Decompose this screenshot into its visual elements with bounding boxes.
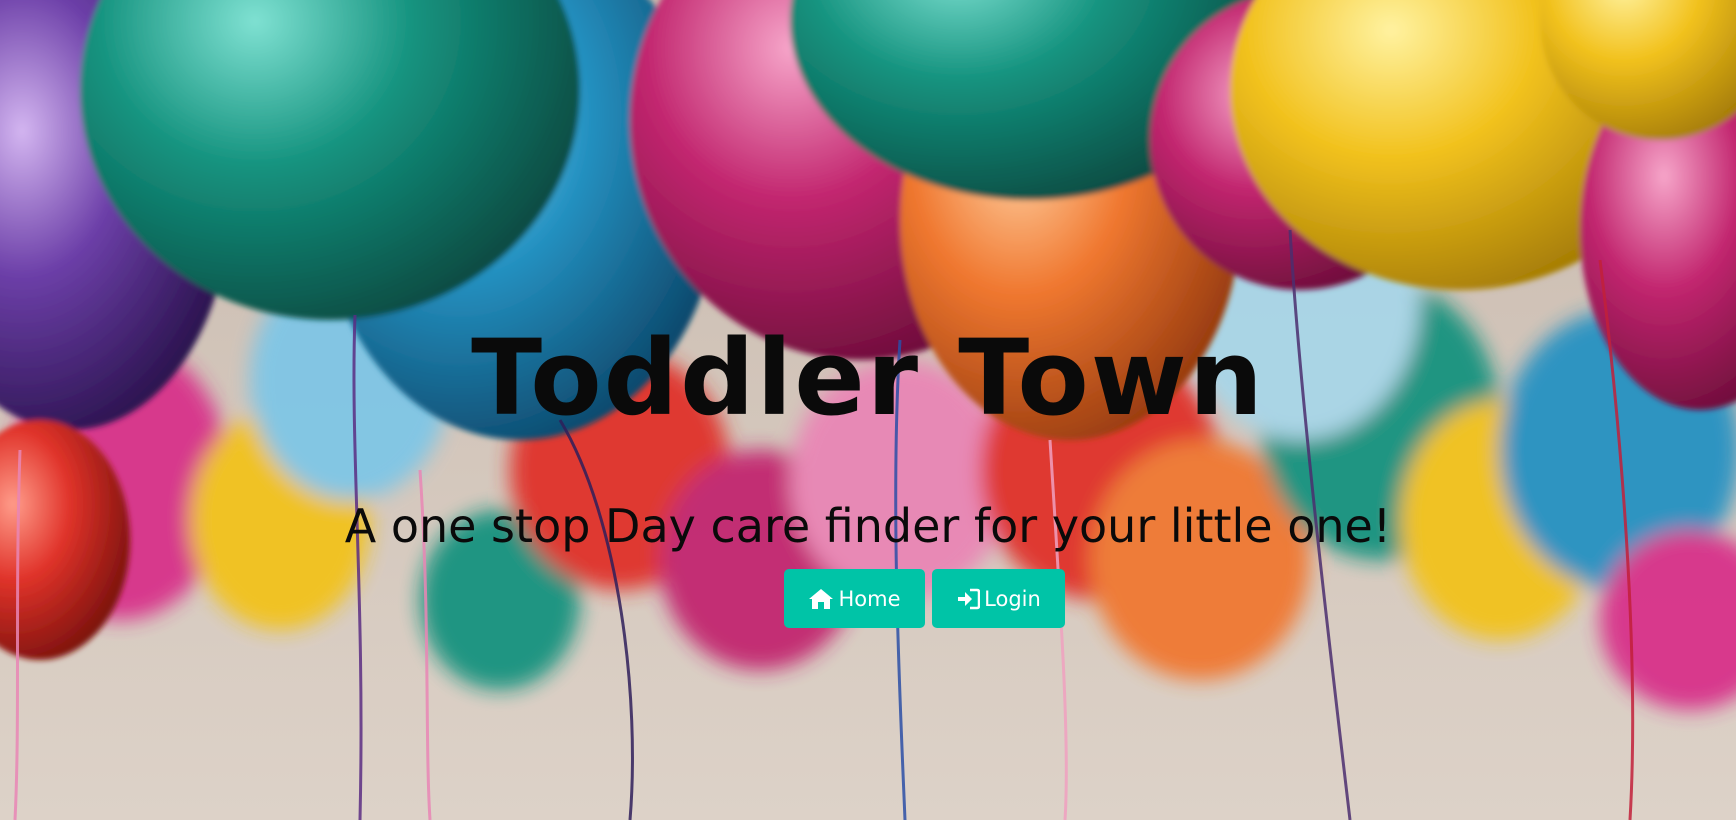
login-button-label: Login (984, 586, 1041, 611)
page-subtitle: A one stop Day care finder for your litt… (344, 499, 1392, 553)
home-button[interactable]: Home (784, 569, 925, 628)
page-title: Toddler Town (471, 317, 1265, 439)
login-button[interactable]: Login (932, 569, 1065, 628)
hero-content: Toddler Town A one stop Day care finder … (0, 0, 1736, 820)
sign-in-icon (956, 588, 981, 610)
home-icon (808, 588, 834, 610)
hero-section: Toddler Town A one stop Day care finder … (0, 0, 1736, 820)
home-button-label: Home (838, 586, 901, 611)
